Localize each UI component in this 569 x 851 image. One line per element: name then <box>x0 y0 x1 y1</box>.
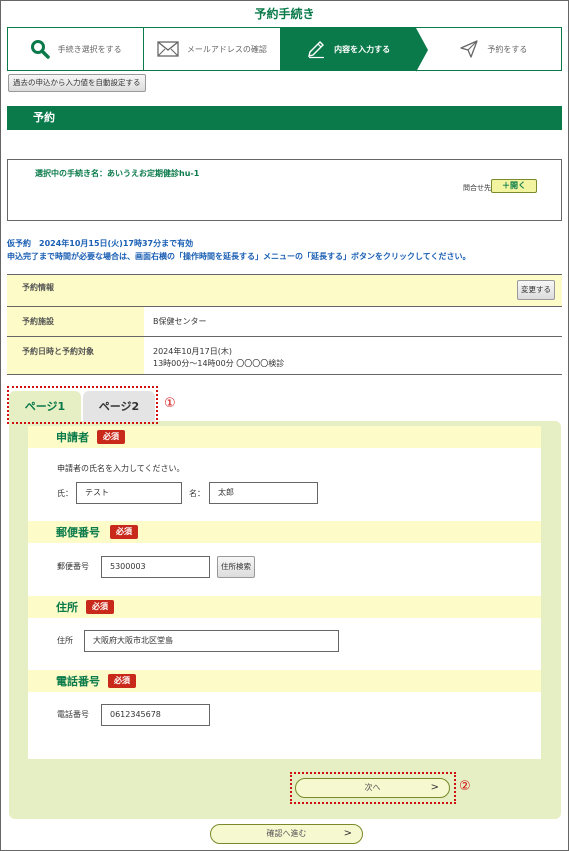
progress-steps: 手続き選択をする メールアドレスの確認 内容を入力する 予約をする <box>7 27 562 72</box>
postal-header: 郵便番号 必須 <box>28 521 541 543</box>
first-name-input[interactable]: 太郎 <box>209 482 318 504</box>
applicant-header: 申請者 必須 <box>28 426 541 448</box>
procedure-name: 選択中の手続き名：あいうえお定期健診hu-1 <box>35 168 199 179</box>
section-title: 予約 <box>7 106 562 130</box>
required-badge: 必須 <box>110 525 138 539</box>
postal-label: 郵便番号 <box>57 562 89 571</box>
notice-extend: 申込完了まで時間が必要な場合は、画面右横の「操作時間を延長する」メニューの「延長… <box>7 252 471 261</box>
procedure-label: 選択中の手続き名： <box>35 169 107 178</box>
first-name-label: 名： <box>189 489 205 498</box>
postal-input[interactable]: 5300003 <box>101 556 210 578</box>
required-badge: 必須 <box>97 430 125 444</box>
search-icon <box>30 40 50 59</box>
address-header: 住所 必須 <box>28 596 541 618</box>
datetime-date: 2024年10月17日(木) <box>153 347 232 356</box>
auto-fill-button[interactable]: 過去の申込から入力値を自動設定する <box>8 74 146 92</box>
pencil-icon <box>308 41 325 59</box>
procedure-box: 選択中の手続き名：あいうえお定期健診hu-1 問合せ先 ＋開く <box>7 159 562 221</box>
notice-expiry: 仮予約 2024年10月15日(火)17時37分まで有効 <box>7 239 194 248</box>
address-search-button[interactable]: 住所検索 <box>217 556 255 578</box>
postal-title: 郵便番号 <box>56 526 100 539</box>
phone-input[interactable]: 0612345678 <box>101 704 210 726</box>
last-name-input[interactable]: テスト <box>76 482 182 504</box>
open-contact-button[interactable]: ＋開く <box>491 179 537 193</box>
reservation-info-label: 予約情報 <box>22 283 54 292</box>
datetime-label: 予約日時と予約対象 <box>22 347 94 356</box>
step-label: メールアドレスの確認 <box>186 44 267 54</box>
phone-label: 電話番号 <box>57 710 89 719</box>
phone-title: 電話番号 <box>56 675 100 688</box>
step-select-procedure: 手続き選択をする <box>8 28 143 70</box>
notice: 仮予約 2024年10月15日(火)17時37分まで有効 申込完了まで時間が必要… <box>7 237 471 263</box>
reservation-info-header: 予約情報 変更する <box>7 274 562 307</box>
confirm-button[interactable]: 確認へ進む > <box>210 824 363 844</box>
applicant-title: 申請者 <box>56 431 89 444</box>
confirm-button-label: 確認へ進む <box>266 829 307 838</box>
step-reserve: 予約をする <box>416 28 561 70</box>
change-button[interactable]: 変更する <box>517 280 555 300</box>
required-badge: 必須 <box>86 600 114 614</box>
datetime-target: 13時00分～14時00分 〇〇〇〇検診 <box>153 359 285 368</box>
facility-label: 予約施設 <box>22 317 54 326</box>
contact-label: 問合せ先 <box>463 184 491 192</box>
procedure-value: あいうえお定期健診hu-1 <box>107 169 200 178</box>
required-badge: 必須 <box>108 674 136 688</box>
address-label: 住所 <box>57 636 73 645</box>
mail-icon <box>157 41 179 57</box>
page-title: 予約手続き <box>254 7 315 21</box>
phone-header: 電話番号 必須 <box>28 670 541 692</box>
marker-two: ② <box>459 779 471 794</box>
send-icon <box>460 40 479 58</box>
facility-value: B保健センター <box>153 317 207 326</box>
step-confirm-email: メールアドレスの確認 <box>143 28 279 70</box>
last-name-label: 氏： <box>57 489 73 498</box>
address-input[interactable]: 大阪府大阪市北区堂島 <box>84 630 339 652</box>
confirm-arrow-icon: > <box>343 828 352 839</box>
datetime-value: 2024年10月17日(木) 13時00分～14時00分 〇〇〇〇検診 <box>153 346 284 370</box>
next-highlight-box <box>290 772 456 804</box>
marker-one: ① <box>164 396 176 411</box>
applicant-description: 申請者の氏名を入力してください。 <box>57 464 185 473</box>
step-input-content: 内容を入力する <box>279 28 429 72</box>
datetime-row: 予約日時と予約対象 2024年10月17日(木) 13時00分～14時00分 〇… <box>7 337 562 375</box>
step-label: 予約をする <box>487 44 528 54</box>
tabs-highlight-box <box>7 386 158 424</box>
address-title: 住所 <box>56 601 78 614</box>
facility-row: 予約施設 B保健センター <box>7 307 562 337</box>
step-label: 内容を入力する <box>334 44 391 54</box>
step-label: 手続き選択をする <box>57 44 122 54</box>
